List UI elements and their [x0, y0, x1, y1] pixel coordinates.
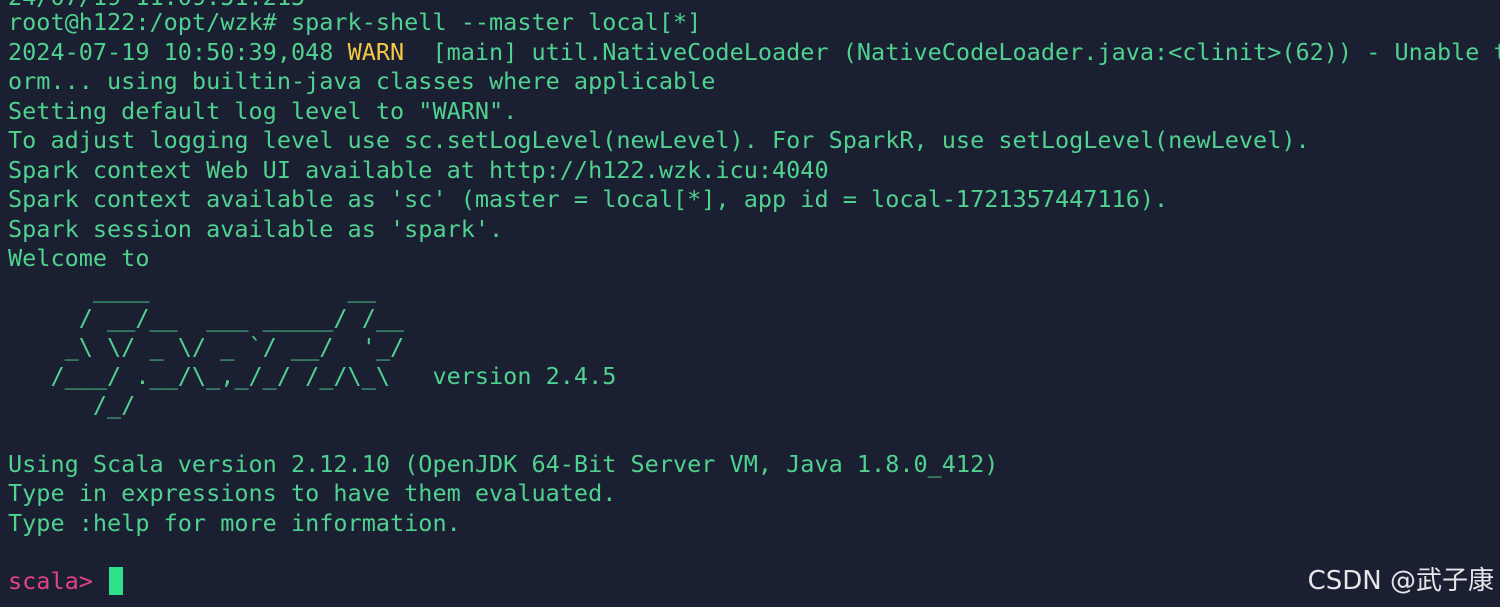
output-line: Type in expressions to have them evaluat… [8, 479, 617, 507]
spark-banner-line: _\ \/ _ \/ _ `/ __/ '_/ [8, 333, 405, 361]
scala-prompt-line[interactable]: scala> [8, 566, 124, 596]
output-line: Spark session available as 'spark'. [8, 215, 504, 243]
output-line: Spark context available as 'sc' (master … [8, 185, 1169, 213]
command-line: root@h122:/opt/wzk# spark-shell --master… [8, 8, 702, 36]
spark-banner-line: ____ __ [8, 275, 376, 303]
watermark: CSDN @武子康 [1307, 566, 1494, 596]
terminal-window[interactable]: 24/07/19 11:09:51.215 root@h122:/opt/wzk… [0, 0, 1500, 607]
warn-message: [main] util.NativeCodeLoader (NativeCode… [404, 38, 1500, 66]
spark-banner-line: / __/__ ___ _____/ /__ [8, 304, 405, 332]
output-line: Welcome to [8, 244, 150, 272]
scala-prompt: scala> [8, 567, 108, 595]
output-line: Type :help for more information. [8, 509, 461, 537]
warn-log-line: 2024-07-19 10:50:39,048 WARN [main] util… [8, 37, 1500, 67]
output-line: Setting default log level to "WARN". [8, 97, 518, 125]
spark-banner-version-line: /___/ .__/\_,_/_/ /_/\_\ version 2.4.5 [8, 362, 617, 390]
cursor [109, 567, 124, 595]
output-line: Spark context Web UI available at http:/… [8, 156, 829, 184]
output-line: Using Scala version 2.12.10 (OpenJDK 64-… [8, 450, 999, 478]
output-line: To adjust logging level use sc.setLogLev… [8, 126, 1310, 154]
warn-level-label: WARN [347, 38, 405, 66]
spark-banner-line: /_/ [8, 391, 136, 419]
output-line: orm... using builtin-java classes where … [8, 67, 716, 95]
warn-timestamp: 2024-07-19 10:50:39,048 [8, 38, 348, 66]
